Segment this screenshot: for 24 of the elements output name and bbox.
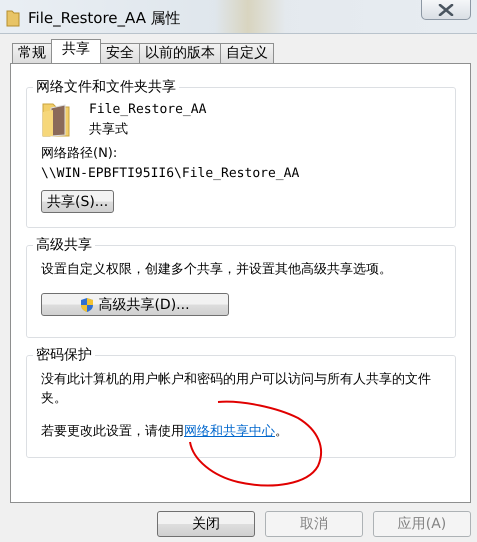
share-button[interactable]: 共享(S)...	[41, 190, 114, 213]
window-title: File_Restore_AA 属性	[28, 8, 181, 28]
tab[interactable]: 以前的版本	[139, 43, 221, 63]
tab[interactable]: 常规	[12, 43, 52, 63]
shield-icon	[80, 296, 94, 312]
dialog-button[interactable]: 关闭	[157, 511, 255, 537]
group-heading: 网络文件和文件夹共享	[35, 78, 177, 96]
close-button[interactable]	[421, 0, 471, 20]
folder-name: File_Restore_AA	[89, 101, 206, 119]
share-status: 共享式	[89, 121, 129, 139]
tab[interactable]: 安全	[100, 43, 140, 63]
advanced-sharing-button[interactable]: 高级共享(D)...	[41, 293, 229, 316]
description-text: 设置自定义权限，创建多个共享，并设置其他高级共享选项。	[41, 261, 393, 279]
close-icon	[438, 4, 454, 16]
folder-icon	[6, 9, 20, 27]
group-heading: 密码保护	[35, 346, 93, 364]
path-label: 网络路径(N):	[41, 145, 118, 163]
tab[interactable]: 自定义	[220, 43, 274, 63]
network-center-link[interactable]: 网络和共享中心	[184, 424, 275, 439]
network-path: \\WIN-EPBFTI95II6\File_Restore_AA	[41, 165, 300, 183]
description-text: 没有此计算机的用户帐户和密码的用户可以访问与所有人共享的文件夹。	[41, 371, 432, 408]
tab[interactable]: 共享	[51, 39, 101, 63]
change-settings-text: 若要更改此设置，请使用网络和共享中心。	[41, 423, 289, 441]
group-heading: 高级共享	[35, 236, 93, 254]
